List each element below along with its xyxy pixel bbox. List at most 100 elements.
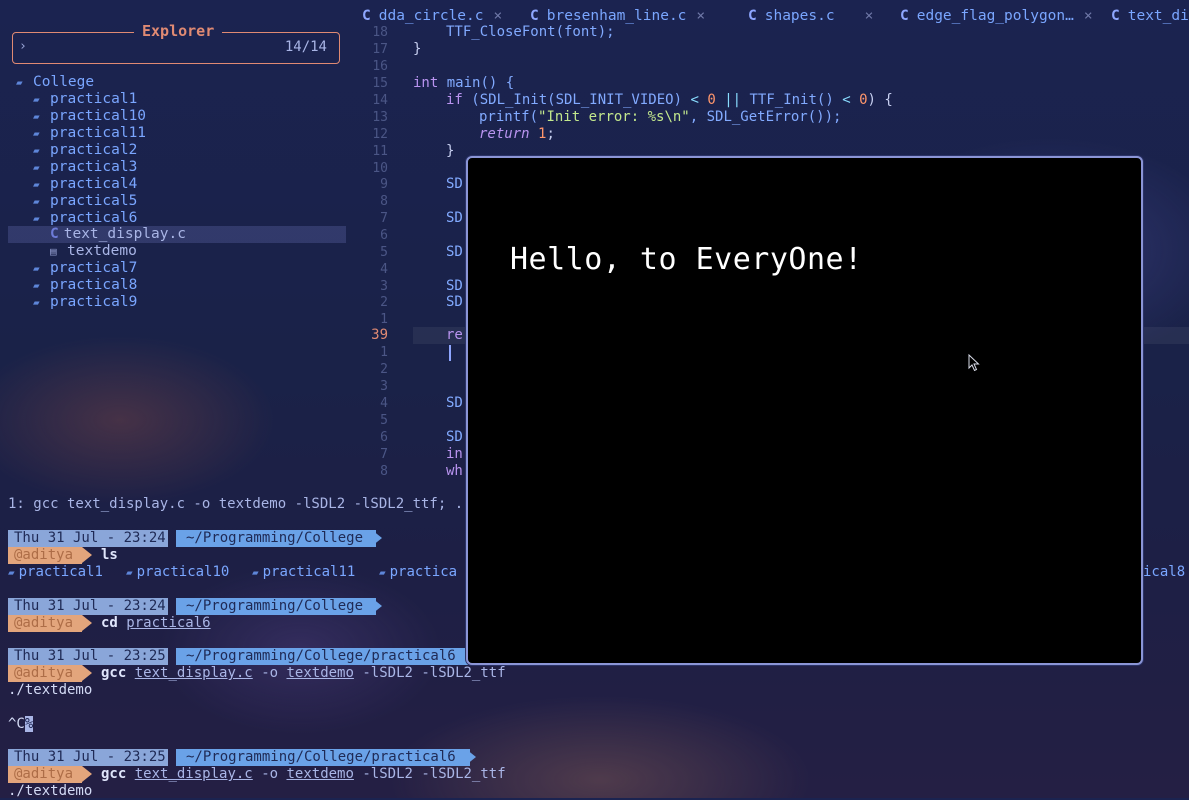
tree-item-practical11[interactable]: ▰ practical11 — [33, 125, 146, 142]
close-icon[interactable]: × — [696, 8, 705, 24]
binary-file-icon: ▤ — [50, 245, 57, 258]
text-cursor — [449, 345, 451, 361]
line-number: 2 — [380, 362, 388, 377]
explorer-prompt-icon: › — [19, 39, 27, 54]
close-icon[interactable]: × — [1084, 8, 1093, 24]
file-explorer: › 14/14 Explorer ▰ College ▰ practical1 ▰ p… — [0, 0, 350, 486]
tree-item-practical3[interactable]: ▰ practical3 — [33, 159, 137, 176]
command-text: ls — [101, 547, 118, 564]
line-number: 5 — [380, 413, 388, 428]
c-file-icon: C — [748, 8, 757, 24]
folder-icon: ▰ — [126, 566, 133, 579]
tree-item-label: practical2 — [50, 142, 138, 158]
line-number: 1 — [380, 345, 388, 360]
terminal-status-line: 1: gcc text_display.c -o textdemo -lSDL2… — [8, 496, 464, 512]
command-arg: textdemo — [286, 665, 354, 681]
line-number: 3 — [380, 279, 388, 294]
line-number: 18 — [372, 25, 388, 40]
powerline-arrow-icon — [82, 615, 92, 631]
code-token: ; — [546, 126, 555, 142]
code-line: TTF_CloseFont(font); — [446, 24, 615, 41]
tree-item-practical9[interactable]: ▰ practical9 — [33, 294, 137, 311]
tree-item-practical2[interactable]: ▰ practical2 — [33, 142, 137, 159]
tab-dda-circle[interactable]: Cdda_circle.c × — [362, 6, 502, 26]
tab-shapes[interactable]: Cshapes.c × — [748, 6, 873, 26]
close-icon[interactable]: × — [865, 8, 874, 24]
line-number: 8 — [380, 194, 388, 209]
c-file-icon: C — [50, 226, 59, 242]
folder-icon: ▰ — [33, 262, 40, 275]
tree-item-text-display-c[interactable]: Ctext_display.c — [50, 226, 186, 243]
line-number: 1 — [380, 312, 388, 327]
mouse-pointer-icon — [968, 354, 980, 372]
ls-entry: ▰ practica — [379, 564, 457, 581]
tree-item-practical8[interactable]: ▰ practical8 — [33, 277, 137, 294]
tree-item-textdemo[interactable]: ▤ textdemo — [50, 243, 137, 260]
tree-item-practical5[interactable]: ▰ practical5 — [33, 193, 137, 210]
ls-entry-label: ical8 — [1143, 564, 1186, 580]
prompt-date: Thu 31 Jul - 23:24 — [8, 598, 168, 615]
code-token: if — [446, 92, 463, 108]
tree-item-practical6[interactable]: ▰ practical6 — [33, 210, 137, 227]
code-line: int main() { — [413, 75, 514, 92]
tree-item-label: practical4 — [50, 176, 138, 192]
code-line: in — [446, 446, 463, 462]
code-line: } — [446, 143, 454, 160]
tab-bresenham-line[interactable]: Cbresenham_line.c × — [530, 6, 705, 26]
tree-item-practical1[interactable]: ▰ practical1 — [33, 91, 137, 108]
command-name: gcc — [101, 665, 127, 681]
tree-item-label: practical11 — [50, 125, 147, 141]
code-line: wh — [446, 463, 463, 479]
code-token: || — [724, 92, 742, 108]
c-file-icon: C — [1111, 8, 1120, 24]
powerline-arrow-icon — [82, 665, 92, 681]
command-arg: -o — [261, 766, 279, 782]
code-token: } — [446, 143, 455, 159]
current-line-number: 39 — [371, 327, 388, 343]
code-token: < — [690, 92, 699, 108]
code-token: , SDL_GetError()); — [689, 109, 842, 125]
tab-edge-flag-polygon[interactable]: Cedge_flag_polygon… × — [900, 6, 1093, 26]
tab-text-display[interactable]: Ctext_di — [1111, 6, 1189, 26]
tree-item-college[interactable]: ▰ College — [16, 74, 94, 91]
c-file-icon: C — [900, 8, 909, 24]
tree-item-practical10[interactable]: ▰ practical10 — [33, 108, 146, 125]
close-icon[interactable]: × — [494, 8, 503, 24]
command-name: gcc — [101, 766, 127, 782]
sdl-app-window[interactable]: Hello, to EveryOne! — [466, 156, 1143, 665]
ls-entry-label: practica — [389, 564, 458, 580]
code-line: if (SDL_Init(SDL_INIT_VIDEO) < 0 || TTF_… — [446, 92, 893, 109]
command-name: cd — [101, 615, 118, 631]
code-token: 0 — [859, 92, 868, 108]
line-number: 6 — [380, 430, 388, 445]
ls-entry-label: practical10 — [136, 564, 230, 580]
code-line: SD — [446, 429, 463, 445]
powerline-arrow-icon — [372, 598, 382, 614]
code-token: main() { — [438, 75, 515, 91]
line-number: 17 — [372, 42, 388, 57]
powerline-arrow-icon — [82, 766, 92, 782]
command-arg: -lSDL2 -lSDL2_ttf — [362, 665, 506, 681]
folder-icon: ▰ — [33, 195, 40, 208]
line-number: 6 — [380, 228, 388, 243]
prompt-date: Thu 31 Jul - 23:25 — [8, 648, 168, 665]
line-number: 11 — [372, 144, 388, 159]
command-text: gcc text_display.c -o textdemo -lSDL2 -l… — [101, 665, 506, 682]
prompt-user: @aditya — [8, 766, 82, 783]
code-token: < — [842, 92, 851, 108]
tree-item-label: practical10 — [50, 108, 147, 124]
tree-item-label: practical1 — [50, 91, 138, 107]
command-arg: text_display.c — [134, 665, 253, 681]
ls-entry: ▰ practical1 — [8, 564, 103, 581]
folder-icon: ▰ — [33, 279, 40, 292]
tree-item-practical7[interactable]: ▰ practical7 — [33, 260, 137, 277]
tree-item-practical4[interactable]: ▰ practical4 — [33, 176, 137, 193]
command-arg: text_display.c — [134, 766, 253, 782]
code-line: return 1; — [479, 126, 555, 143]
command-text: gcc text_display.c -o textdemo -lSDL2 -l… — [101, 766, 506, 783]
ls-entry-label: practical1 — [18, 564, 103, 580]
code-token: return — [479, 126, 530, 142]
line-number: 4 — [380, 396, 388, 411]
prompt-user: @aditya — [8, 615, 82, 632]
prompt-date: Thu 31 Jul - 23:24 — [8, 530, 168, 547]
